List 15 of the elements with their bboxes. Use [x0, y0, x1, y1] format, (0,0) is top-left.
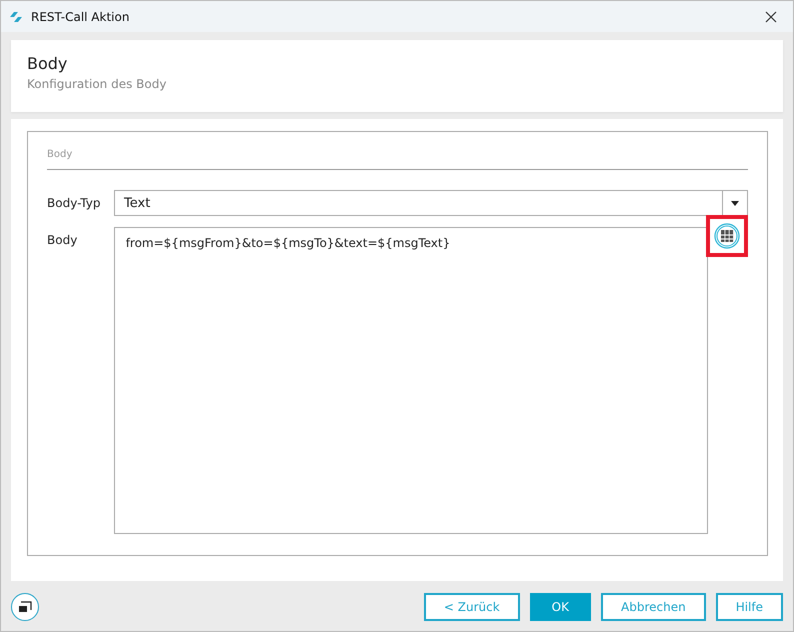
- dialog-button[interactable]: Abbrechen: [601, 593, 706, 621]
- ok-button[interactable]: OK: [530, 593, 591, 621]
- body-type-dropdown[interactable]: Text: [114, 190, 748, 216]
- field-label: Body-Typ: [47, 196, 102, 210]
- screen-icon[interactable]: [11, 593, 39, 621]
- page-subtitle: Konfiguration des Body: [27, 77, 168, 91]
- logo-icon: [9, 10, 23, 22]
- variables-icon[interactable]: [714, 223, 740, 249]
- body-text-area[interactable]: from=${msgFrom}&to=${msgTo}&text=${msgText}: [114, 227, 708, 534]
- field-label: Body: [47, 232, 78, 247]
- window-title: REST-Call Aktion: [31, 10, 130, 24]
- section-title: Body: [47, 149, 74, 160]
- dialog-button[interactable]: Hilfe: [716, 593, 783, 621]
- page-title: Body: [27, 54, 68, 73]
- dialog-button[interactable]: < Zurück: [424, 593, 520, 621]
